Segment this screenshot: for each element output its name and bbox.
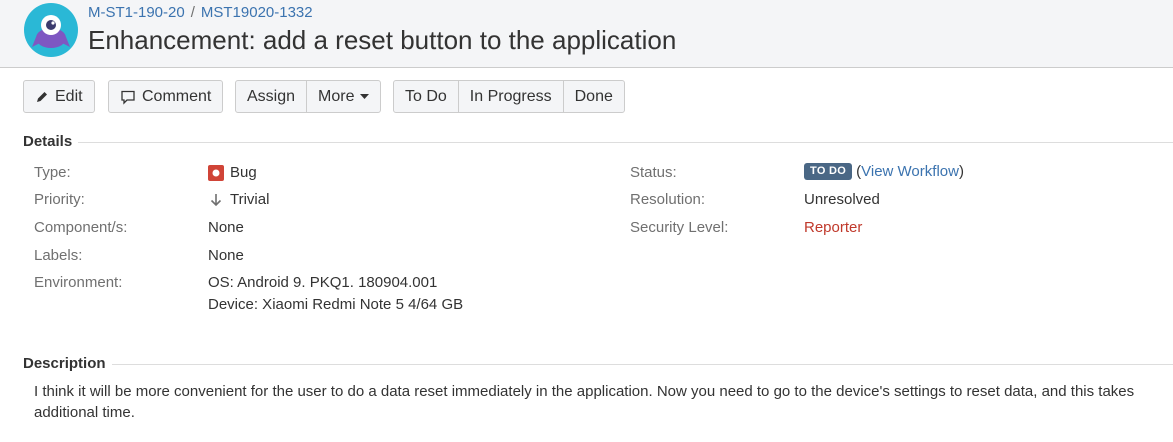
chevron-down-icon <box>360 93 370 99</box>
assign-button[interactable]: Assign <box>236 81 306 112</box>
status-label: Status: <box>630 164 677 181</box>
issue-header: M-ST1-190-20 / MST19020-1332 Enhancement: … <box>0 0 1173 68</box>
type-value: Bug <box>208 164 257 181</box>
in-progress-button[interactable]: In Progress <box>457 81 563 112</box>
comment-icon <box>121 90 135 105</box>
comment-group: Comment <box>108 80 224 113</box>
type-text: Bug <box>230 164 257 181</box>
breadcrumb-issue-link[interactable]: MST19020-1332 <box>201 4 313 21</box>
breadcrumb: M-ST1-190-20 / MST19020-1332 <box>88 4 313 21</box>
details-divider <box>23 142 1173 143</box>
arrow-down-icon <box>210 193 222 206</box>
pencil-icon <box>37 91 47 102</box>
more-label: More <box>318 88 355 105</box>
assign-more-group: Assign More <box>235 80 382 113</box>
todo-label: To Do <box>405 88 447 105</box>
in-progress-label: In Progress <box>469 88 552 105</box>
breadcrumb-project-link[interactable]: M-ST1-190-20 <box>88 4 185 21</box>
priority-value: Trivial <box>208 191 269 208</box>
edit-button[interactable]: Edit <box>24 81 94 112</box>
security-level-value: Reporter <box>804 219 863 236</box>
workflow-close-paren: ) <box>958 163 964 180</box>
components-label: Component/s: <box>34 219 128 236</box>
environment-line-2: Device: Xiaomi Redmi Note 5 4/64 GB <box>208 296 464 313</box>
priority-text: Trivial <box>230 191 270 208</box>
security-level-label: Security Level: <box>630 219 729 236</box>
status-lozenge: TO DO <box>804 163 853 180</box>
project-avatar-icon[interactable] <box>24 3 78 57</box>
labels-label: Labels: <box>34 247 83 264</box>
type-label: Type: <box>34 164 71 181</box>
issue-title: Enhancement: add a reset button to the a… <box>88 25 677 55</box>
environment-line-1: OS: Android 9. PKQ1. 180904.001 <box>208 274 438 291</box>
resolution-label: Resolution: <box>630 191 706 208</box>
priority-label: Priority: <box>34 191 85 208</box>
edit-label: Edit <box>55 88 83 105</box>
workflow-group: To Do In Progress Done <box>393 80 625 113</box>
description-text: I think it will be more convenient for t… <box>34 383 1135 421</box>
description-divider <box>23 364 1173 365</box>
done-label: Done <box>574 88 613 105</box>
more-button[interactable]: More <box>306 81 380 112</box>
bug-icon <box>208 164 224 181</box>
comment-label: Comment <box>142 88 212 105</box>
done-button[interactable]: Done <box>562 81 624 112</box>
description-heading[interactable]: Description <box>23 355 112 372</box>
todo-button[interactable]: To Do <box>394 81 458 112</box>
view-workflow-link[interactable]: View Workflow <box>861 163 959 180</box>
environment-label: Environment: <box>34 274 123 291</box>
edit-group: Edit <box>23 80 95 113</box>
status-value: TO DO (View Workflow) <box>804 163 964 180</box>
comment-button[interactable]: Comment <box>109 81 222 112</box>
labels-value: None <box>208 247 244 264</box>
breadcrumb-separator: / <box>190 4 195 21</box>
resolution-value: Unresolved <box>804 191 880 208</box>
details-heading[interactable]: Details <box>23 133 79 150</box>
assign-label: Assign <box>247 88 296 105</box>
components-value: None <box>208 219 244 236</box>
